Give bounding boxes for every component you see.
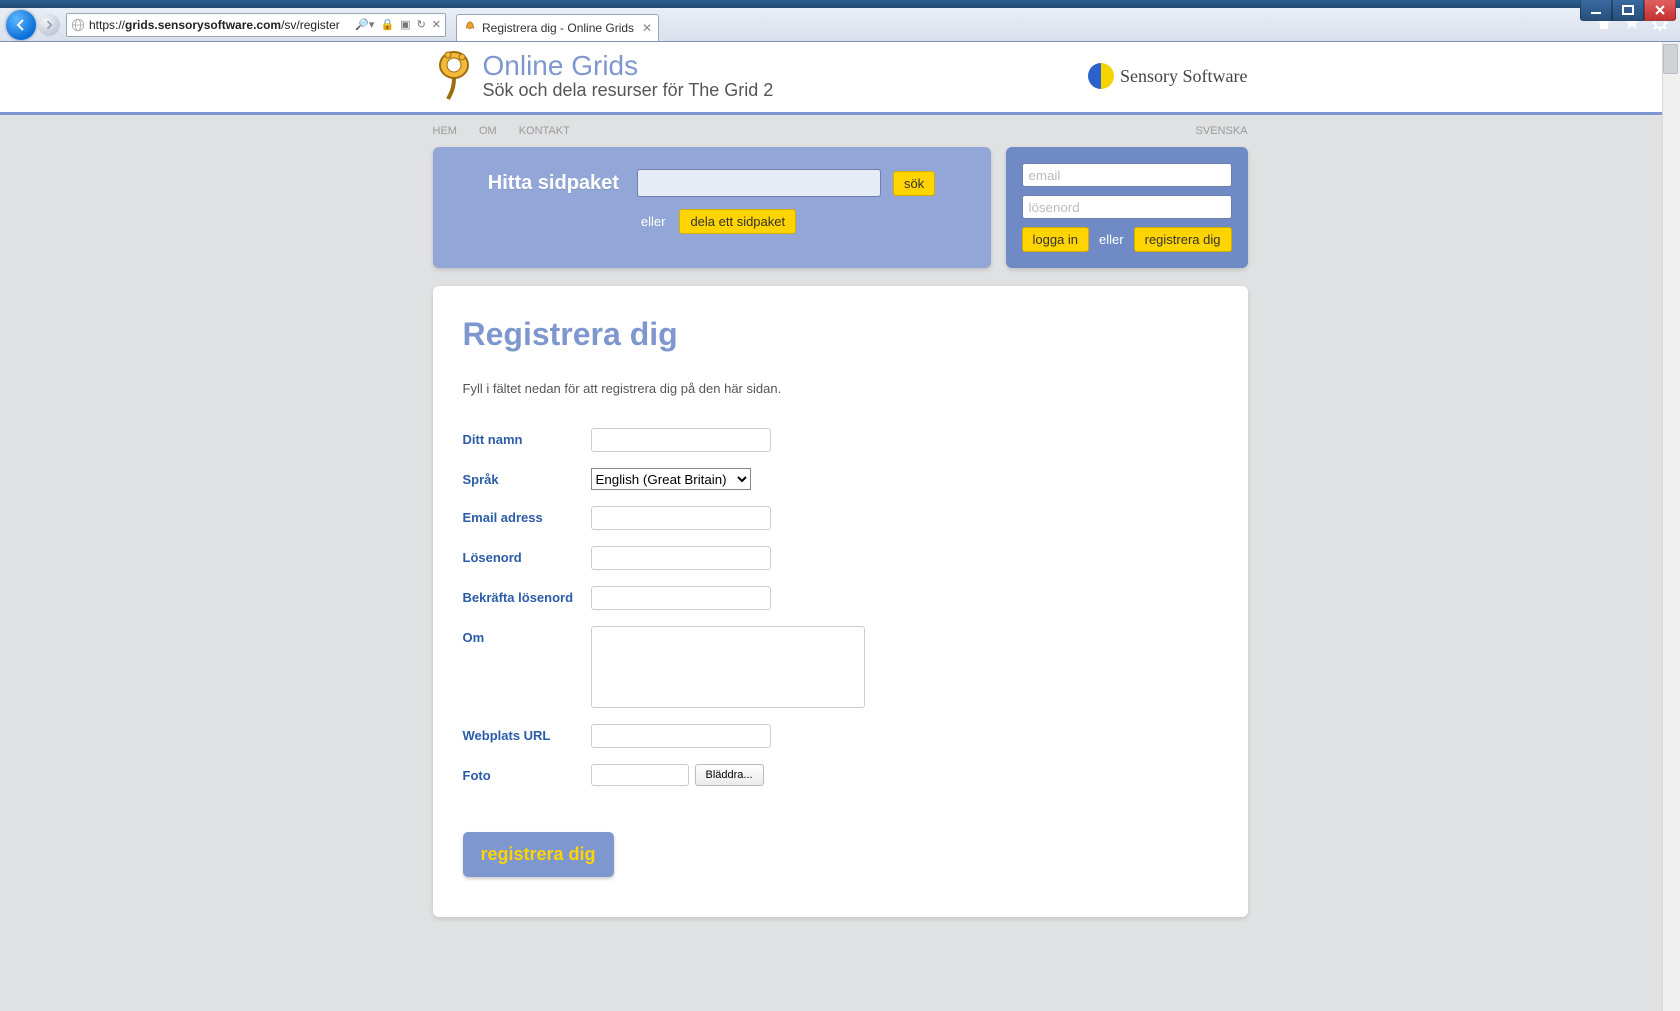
compat-icon[interactable]: ▣ [400, 18, 410, 31]
refresh-icon[interactable]: ↻ [417, 18, 426, 31]
share-gridset-button[interactable]: dela ett sidpaket [679, 209, 796, 234]
search-panel: Hitta sidpaket sök eller dela ett sidpak… [433, 147, 991, 268]
register-title: Registrera dig [463, 316, 1218, 353]
search-or-label: eller [641, 214, 666, 229]
login-password-input[interactable] [1022, 195, 1232, 219]
search-input[interactable] [637, 169, 881, 197]
scrollbar-thumb[interactable] [1663, 44, 1678, 74]
textarea-about[interactable] [591, 626, 865, 708]
input-website[interactable] [591, 724, 771, 748]
search-dropdown-icon[interactable]: 🔎▾ [355, 18, 374, 31]
login-register-button[interactable]: registrera dig [1134, 227, 1232, 252]
login-button[interactable]: logga in [1022, 227, 1090, 252]
nav-about[interactable]: OM [479, 125, 497, 137]
nav-back-button[interactable] [6, 10, 36, 40]
submit-register-button[interactable]: registrera dig [463, 832, 614, 877]
login-email-input[interactable] [1022, 163, 1232, 187]
browser-tab[interactable]: Registrera dig - Online Grids ✕ [456, 14, 659, 41]
brand-subtitle: Sök och dela resurser för The Grid 2 [483, 80, 774, 101]
window-maximize-button[interactable] [1612, 0, 1644, 21]
label-email: Email adress [463, 506, 591, 530]
address-bar[interactable]: https://grids.sensorysoftware.com/sv/reg… [66, 13, 446, 37]
address-bar-actions: 🔎▾ 🔒 ▣ ↻ ✕ [355, 18, 441, 31]
label-language: Språk [463, 468, 591, 490]
window-controls [1580, 0, 1676, 21]
stop-icon[interactable]: ✕ [432, 18, 441, 31]
label-confirm-password: Bekräfta lösenord [463, 586, 591, 610]
tab-close-icon[interactable]: ✕ [642, 21, 652, 35]
window-minimize-button[interactable] [1580, 0, 1612, 21]
input-name[interactable] [591, 428, 771, 452]
company-name: Sensory Software [1120, 66, 1247, 87]
browser-toolbar: https://grids.sensorysoftware.com/sv/reg… [0, 8, 1680, 42]
label-about: Om [463, 626, 591, 708]
input-confirm-password[interactable] [591, 586, 771, 610]
site-header: Online Grids Sök och dela resurser för T… [0, 42, 1680, 115]
browse-button[interactable]: Bläddra... [695, 764, 764, 786]
page-scrollbar[interactable] [1662, 42, 1680, 1011]
page-viewport: Online Grids Sök och dela resurser för T… [0, 42, 1680, 1011]
nav-contact[interactable]: KONTAKT [519, 125, 570, 137]
tab-title: Registrera dig - Online Grids [482, 21, 634, 35]
register-card: Registrera dig Fyll i fältet nedan för a… [433, 286, 1248, 917]
nav-language[interactable]: SVENSKA [1196, 125, 1248, 137]
site-favicon-icon [71, 18, 85, 32]
company-brand[interactable]: Sensory Software [1088, 63, 1247, 89]
select-language[interactable]: English (Great Britain) [591, 468, 751, 490]
brand-title: Online Grids [483, 52, 774, 80]
register-intro: Fyll i fältet nedan för att registrera d… [463, 381, 1218, 396]
nav-forward-button[interactable] [38, 14, 60, 36]
label-password: Lösenord [463, 546, 591, 570]
address-url: https://grids.sensorysoftware.com/sv/reg… [89, 18, 340, 32]
lock-icon[interactable]: 🔒 [380, 18, 394, 31]
search-button[interactable]: sök [893, 171, 935, 196]
login-or-label: eller [1099, 232, 1124, 247]
window-close-button[interactable] [1644, 0, 1676, 21]
file-path-display [591, 764, 689, 786]
window-titlebar [0, 0, 1680, 8]
label-website: Webplats URL [463, 724, 591, 748]
top-nav: HEM OM KONTAKT SVENSKA [433, 115, 1248, 147]
company-logo-icon [1088, 63, 1114, 89]
label-photo: Foto [463, 764, 591, 786]
label-name: Ditt namn [463, 428, 591, 452]
nav-home[interactable]: HEM [433, 125, 457, 137]
input-password[interactable] [591, 546, 771, 570]
login-panel: logga in eller registrera dig [1006, 147, 1248, 268]
tab-favicon-icon [463, 21, 477, 35]
site-logo-icon [433, 48, 475, 104]
input-email[interactable] [591, 506, 771, 530]
search-heading: Hitta sidpaket [488, 172, 619, 195]
